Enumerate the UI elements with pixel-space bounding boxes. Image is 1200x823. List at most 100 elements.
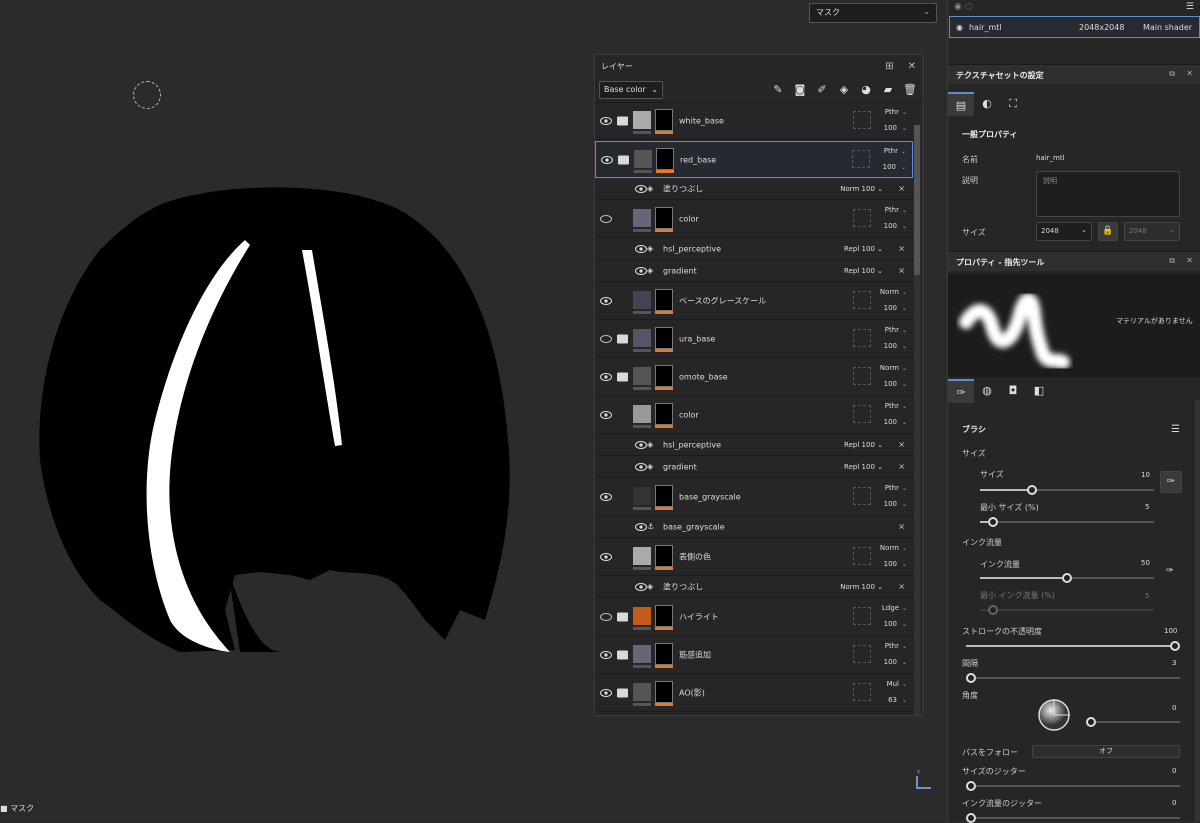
close-icon[interactable]: ✕ [908, 61, 916, 72]
paint-layer-icon[interactable]: ✐ [814, 82, 830, 98]
layers-scrollbar[interactable] [914, 125, 920, 715]
remove-icon[interactable]: ✕ [898, 267, 905, 276]
preset-menu-icon[interactable]: ☰ [1171, 424, 1180, 435]
add-folder-icon[interactable]: ▰ [880, 82, 896, 98]
layer-opacity[interactable]: 100 [884, 124, 897, 132]
blend-mode[interactable]: Norm [880, 364, 899, 372]
close-icon[interactable]: ✕ [1186, 69, 1193, 78]
layer-opacity[interactable]: 100 [884, 380, 897, 388]
chevron-down-icon[interactable]: ⌄ [902, 125, 907, 132]
blend-mode[interactable]: Pthr [885, 326, 899, 334]
layer-row[interactable]: AO(影) Mul ⌄ 63 ⌄ [595, 675, 913, 712]
add-mask-icon[interactable]: ◙ [792, 82, 808, 98]
layer-opacity[interactable]: 100 [883, 163, 896, 171]
remove-icon[interactable]: ✕ [898, 245, 905, 254]
layer-effect-row[interactable]: ◈ hsl_perceptive Repl 100 ⌄ ✕ [595, 435, 913, 456]
mask-slot[interactable] [853, 547, 871, 565]
chevron-down-icon[interactable]: ⌄ [902, 485, 907, 492]
layer-opacity[interactable]: 100 [884, 560, 897, 568]
remove-icon[interactable]: ✕ [898, 523, 905, 532]
blend-mode[interactable]: Pthr [884, 147, 898, 155]
remove-icon[interactable]: ✕ [898, 441, 905, 450]
mask-slot[interactable] [853, 291, 871, 309]
layer-effect-row[interactable]: ◈ 塗りつぶし Norm 100 ⌄ ✕ [595, 179, 913, 200]
layer-effect-row[interactable]: ◈ gradient Repl 100 ⌄ ✕ [595, 457, 913, 478]
chevron-down-icon[interactable]: ⌄ [901, 148, 906, 155]
channel-select[interactable]: マスク ⌄ [809, 3, 937, 23]
chevron-down-icon[interactable]: ⌄ [902, 207, 907, 214]
eye-icon[interactable] [600, 297, 612, 305]
chevron-down-icon[interactable]: ⌄ [902, 223, 907, 230]
blend-mode[interactable]: Ldge [882, 604, 899, 612]
layer-row[interactable]: omote_base Norm ⌄ 100 ⌄ [595, 359, 913, 396]
layer-row[interactable]: 筋感追加 Pthr ⌄ 100 ⌄ [595, 637, 913, 674]
close-icon[interactable]: ✕ [1186, 256, 1193, 265]
chevron-down-icon[interactable]: ⌄ [902, 501, 907, 508]
add-effect-icon[interactable]: ✎ [770, 82, 786, 98]
menu-icon[interactable]: ☰ [1186, 2, 1194, 12]
mask-thumbnail[interactable] [655, 289, 673, 311]
eye-closed-icon[interactable] [600, 613, 612, 621]
tab-shader-icon[interactable]: ◐ [974, 92, 1000, 116]
chevron-down-icon[interactable]: ⌄ [902, 365, 907, 372]
mask-slot[interactable] [853, 111, 871, 129]
angle-dial[interactable] [1032, 697, 1072, 733]
brush-size-slider[interactable] [980, 485, 1154, 495]
layer-row[interactable]: color Pthr ⌄ 100 ⌄ [595, 201, 913, 238]
blend-mode[interactable]: Pthr [885, 642, 899, 650]
eye-icon[interactable] [635, 441, 647, 449]
delete-icon[interactable]: 🗑 [902, 82, 918, 98]
chevron-down-icon[interactable]: ⌄ [902, 659, 907, 666]
layer-row[interactable]: 表側の色 Norm ⌄ 100 ⌄ [595, 539, 913, 576]
chevron-down-icon[interactable]: ⌄ [902, 621, 907, 628]
eye-icon[interactable] [600, 411, 612, 419]
mask-slot[interactable] [852, 150, 870, 168]
eye-icon[interactable]: ◉ [956, 23, 963, 32]
props-scrollbar[interactable] [1195, 400, 1200, 821]
chevron-down-icon[interactable]: ⌄ [902, 643, 907, 650]
layer-effect-row[interactable]: ◈ 塗りつぶし Norm 100 ⌄ ✕ [595, 577, 913, 598]
mask-thumbnail[interactable] [655, 545, 673, 567]
blend-mode[interactable]: Pthr [885, 108, 899, 116]
layer-opacity[interactable]: 100 [884, 222, 897, 230]
blend-mode[interactable]: Pthr [885, 402, 899, 410]
eye-icon[interactable] [635, 245, 647, 253]
angle-slider[interactable] [1086, 717, 1180, 727]
spacing-slider[interactable] [966, 673, 1180, 683]
blend-mode[interactable]: Pthr [885, 206, 899, 214]
size-select[interactable]: 2048 ⌄ [1036, 222, 1092, 241]
dock-icon[interactable]: ⊞ [885, 61, 893, 72]
eye-icon[interactable] [600, 689, 612, 697]
layer-row[interactable]: Mul⌄⌄ [595, 713, 913, 715]
layer-effect-row[interactable]: ◈ hsl_perceptive Repl 100 ⌄ ✕ [595, 239, 913, 260]
blend-mode[interactable]: Repl 100 ⌄ [844, 441, 883, 449]
layer-effect-row[interactable]: ⚓ base_grayscale ✕ [595, 517, 913, 538]
chevron-down-icon[interactable]: ⌄ [902, 697, 907, 704]
mask-slot[interactable] [853, 367, 871, 385]
layer-row[interactable]: ハイライト Ldge ⌄ 100 ⌄ [595, 599, 913, 636]
tab-brush-icon[interactable]: ✑ [948, 379, 974, 403]
mask-thumbnail[interactable] [655, 681, 673, 703]
layer-opacity[interactable]: 100 [884, 658, 897, 666]
size-select-2[interactable]: 2048 ⌄ [1124, 222, 1180, 241]
layer-opacity[interactable]: 100 [884, 342, 897, 350]
blend-mode[interactable]: Norm 100 ⌄ [840, 185, 883, 193]
blend-mode[interactable]: Pthr [885, 484, 899, 492]
stroke-opacity-slider[interactable] [966, 641, 1180, 651]
eye-icon[interactable] [600, 493, 612, 501]
blend-mode[interactable]: Mul [887, 680, 899, 688]
layer-row[interactable]: ura_base Pthr ⌄ 100 ⌄ [595, 321, 913, 358]
pen-pressure-icon[interactable]: ✑ [1160, 471, 1182, 493]
mask-thumbnail[interactable] [655, 327, 673, 349]
eye-icon[interactable] [635, 267, 647, 275]
flow-slider[interactable] [980, 573, 1154, 583]
chevron-down-icon[interactable]: ⌄ [902, 109, 907, 116]
blend-mode[interactable]: Norm [880, 544, 899, 552]
layer-opacity[interactable]: 100 [884, 620, 897, 628]
layer-opacity[interactable]: 100 [884, 304, 897, 312]
tab-uv-icon[interactable]: ⛶ [1000, 92, 1026, 116]
eye-icon[interactable] [635, 185, 647, 193]
mask-slot[interactable] [853, 607, 871, 625]
chevron-down-icon[interactable]: ⌄ [902, 545, 907, 552]
chevron-down-icon[interactable]: ⌄ [902, 343, 907, 350]
